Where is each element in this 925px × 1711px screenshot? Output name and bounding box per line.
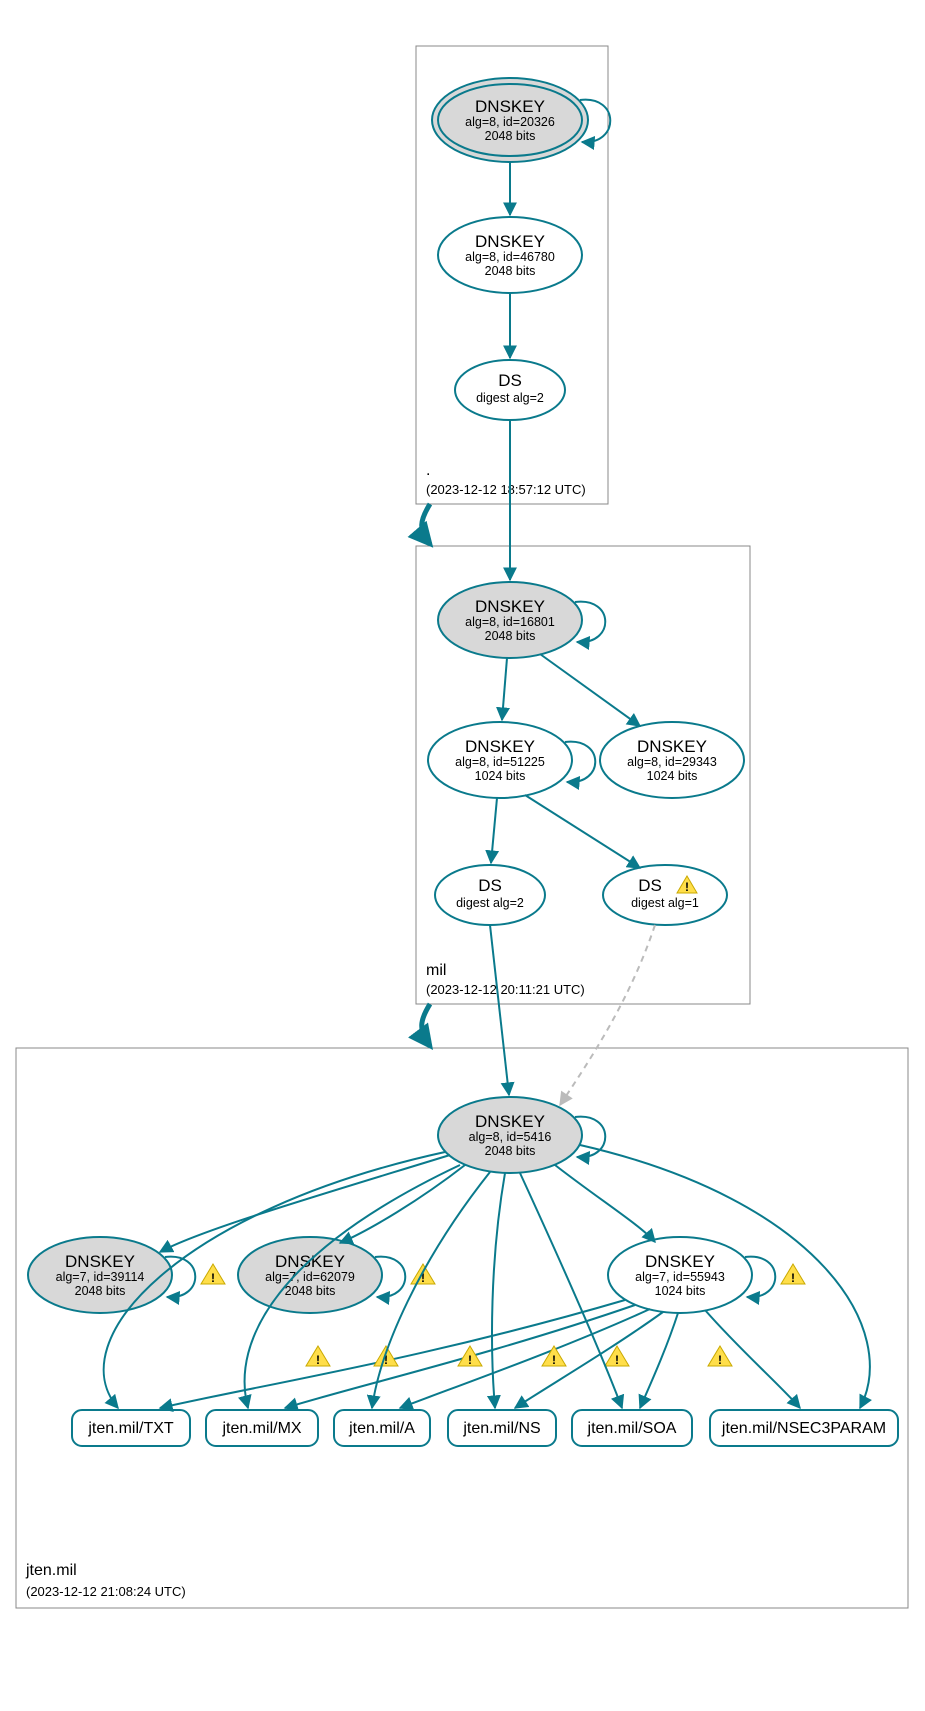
- svg-text:digest alg=2: digest alg=2: [476, 391, 544, 405]
- svg-text:jten.mil/NSEC3PARAM: jten.mil/NSEC3PARAM: [721, 1420, 886, 1437]
- leaf-soa: jten.mil/SOA: [572, 1410, 692, 1446]
- svg-text:jten.mil/TXT: jten.mil/TXT: [87, 1420, 174, 1437]
- svg-text:alg=7, id=62079: alg=7, id=62079: [265, 1270, 355, 1284]
- edge-mil-ksk-to-zsk: [502, 658, 507, 720]
- node-root-zsk: DNSKEY alg=8, id=46780 2048 bits: [438, 217, 582, 293]
- warning-icon: !: [542, 1346, 566, 1367]
- svg-text:2048 bits: 2048 bits: [485, 129, 536, 143]
- warning-icon: !: [458, 1346, 482, 1367]
- edge-root-to-mil-zone: [422, 504, 430, 544]
- svg-text:alg=8, id=16801: alg=8, id=16801: [465, 615, 555, 629]
- node-root-ksk: DNSKEY alg=8, id=20326 2048 bits: [432, 78, 588, 162]
- svg-text:DNSKEY: DNSKEY: [465, 737, 535, 756]
- svg-text:jten.mil/SOA: jten.mil/SOA: [587, 1420, 677, 1437]
- edge-mil-ds1-to-jten-ksk: [560, 925, 655, 1105]
- edge-mil-ksk-to-zsk2: [540, 654, 640, 726]
- svg-text:1024 bits: 1024 bits: [655, 1284, 706, 1298]
- leaf-a: jten.mil/A: [334, 1410, 430, 1446]
- node-root-ds: DS digest alg=2: [455, 360, 565, 420]
- node-mil-ksk: DNSKEY alg=8, id=16801 2048 bits: [438, 582, 582, 658]
- svg-text:alg=8, id=5416: alg=8, id=5416: [469, 1130, 552, 1144]
- svg-text:!: !: [685, 880, 689, 894]
- svg-text:jten.mil/A: jten.mil/A: [348, 1420, 415, 1437]
- edge-mil-ds2-to-jten-ksk: [490, 925, 509, 1095]
- zone-root-label: .: [426, 462, 430, 479]
- svg-text:DNSKEY: DNSKEY: [637, 737, 707, 756]
- node-jten-key-62079: DNSKEY alg=7, id=62079 2048 bits: [238, 1237, 382, 1313]
- svg-text:alg=8, id=29343: alg=8, id=29343: [627, 755, 717, 769]
- leaf-nsec3: jten.mil/NSEC3PARAM: [710, 1410, 898, 1446]
- svg-text:2048 bits: 2048 bits: [485, 264, 536, 278]
- warning-icon: !: [411, 1264, 435, 1285]
- leaf-mx: jten.mil/MX: [206, 1410, 318, 1446]
- svg-text:!: !: [211, 1271, 215, 1285]
- node-jten-key-39114: DNSKEY alg=7, id=39114 2048 bits: [28, 1237, 172, 1313]
- zone-jten-label: jten.mil: [25, 1562, 77, 1579]
- edge-mil-zsk-to-ds2: [491, 798, 497, 863]
- edge-k3-to-soa: [640, 1313, 678, 1408]
- zone-root-time: (2023-12-12 18:57:12 UTC): [426, 482, 586, 497]
- warning-icon: !: [708, 1346, 732, 1367]
- svg-text:alg=7, id=55943: alg=7, id=55943: [635, 1270, 725, 1284]
- zone-jten-time: (2023-12-12 21:08:24 UTC): [26, 1584, 186, 1599]
- svg-text:DNSKEY: DNSKEY: [645, 1252, 715, 1271]
- svg-text:DNSKEY: DNSKEY: [65, 1252, 135, 1271]
- leaf-ns: jten.mil/NS: [448, 1410, 556, 1446]
- svg-text:digest alg=1: digest alg=1: [631, 896, 699, 910]
- svg-text:alg=8, id=51225: alg=8, id=51225: [455, 755, 545, 769]
- svg-text:DNSKEY: DNSKEY: [475, 97, 545, 116]
- svg-text:1024 bits: 1024 bits: [475, 769, 526, 783]
- leaf-txt: jten.mil/TXT: [72, 1410, 190, 1446]
- svg-text:2048 bits: 2048 bits: [75, 1284, 126, 1298]
- node-jten-ksk: DNSKEY alg=8, id=5416 2048 bits: [438, 1097, 582, 1173]
- svg-text:alg=8, id=46780: alg=8, id=46780: [465, 250, 555, 264]
- edge-jten-ksk-to-k3: [555, 1165, 655, 1242]
- node-jten-key-55943: DNSKEY alg=7, id=55943 1024 bits: [608, 1237, 752, 1313]
- svg-text:1024 bits: 1024 bits: [647, 769, 698, 783]
- svg-text:!: !: [718, 1353, 722, 1367]
- svg-text:2048 bits: 2048 bits: [285, 1284, 336, 1298]
- svg-text:2048 bits: 2048 bits: [485, 1144, 536, 1158]
- node-mil-ds2: DS digest alg=2: [435, 865, 545, 925]
- zone-mil-label: mil: [426, 962, 446, 979]
- warning-icon: !: [201, 1264, 225, 1285]
- svg-text:!: !: [615, 1353, 619, 1367]
- svg-text:alg=7, id=39114: alg=7, id=39114: [56, 1270, 145, 1284]
- warning-icon: !: [374, 1346, 398, 1367]
- edge-mil-zsk-to-ds1: [525, 795, 640, 868]
- svg-text:!: !: [468, 1353, 472, 1367]
- svg-text:DS: DS: [498, 371, 522, 390]
- edge-ksk-to-a: [372, 1172, 490, 1408]
- warning-icon: !: [306, 1346, 330, 1367]
- zone-mil-time: (2023-12-12 20:11:21 UTC): [426, 982, 585, 997]
- svg-text:jten.mil/MX: jten.mil/MX: [221, 1420, 301, 1437]
- svg-text:jten.mil/NS: jten.mil/NS: [462, 1420, 540, 1437]
- svg-text:DS: DS: [638, 876, 662, 895]
- node-mil-ds1: DS digest alg=1 !: [603, 865, 727, 925]
- svg-text:!: !: [791, 1271, 795, 1285]
- svg-text:2048 bits: 2048 bits: [485, 629, 536, 643]
- svg-text:DS: DS: [478, 876, 502, 895]
- node-mil-zsk2: DNSKEY alg=8, id=29343 1024 bits: [600, 722, 744, 798]
- svg-text:!: !: [552, 1353, 556, 1367]
- svg-text:DNSKEY: DNSKEY: [475, 597, 545, 616]
- edge-k3-to-mx: [285, 1305, 635, 1408]
- svg-text:!: !: [316, 1353, 320, 1367]
- svg-text:alg=8, id=20326: alg=8, id=20326: [465, 115, 555, 129]
- svg-text:DNSKEY: DNSKEY: [475, 1112, 545, 1131]
- warning-icon: !: [781, 1264, 805, 1285]
- svg-text:DNSKEY: DNSKEY: [475, 232, 545, 251]
- edge-mil-to-jten-zone: [422, 1004, 430, 1046]
- node-mil-zsk: DNSKEY alg=8, id=51225 1024 bits: [428, 722, 572, 798]
- svg-text:digest alg=2: digest alg=2: [456, 896, 524, 910]
